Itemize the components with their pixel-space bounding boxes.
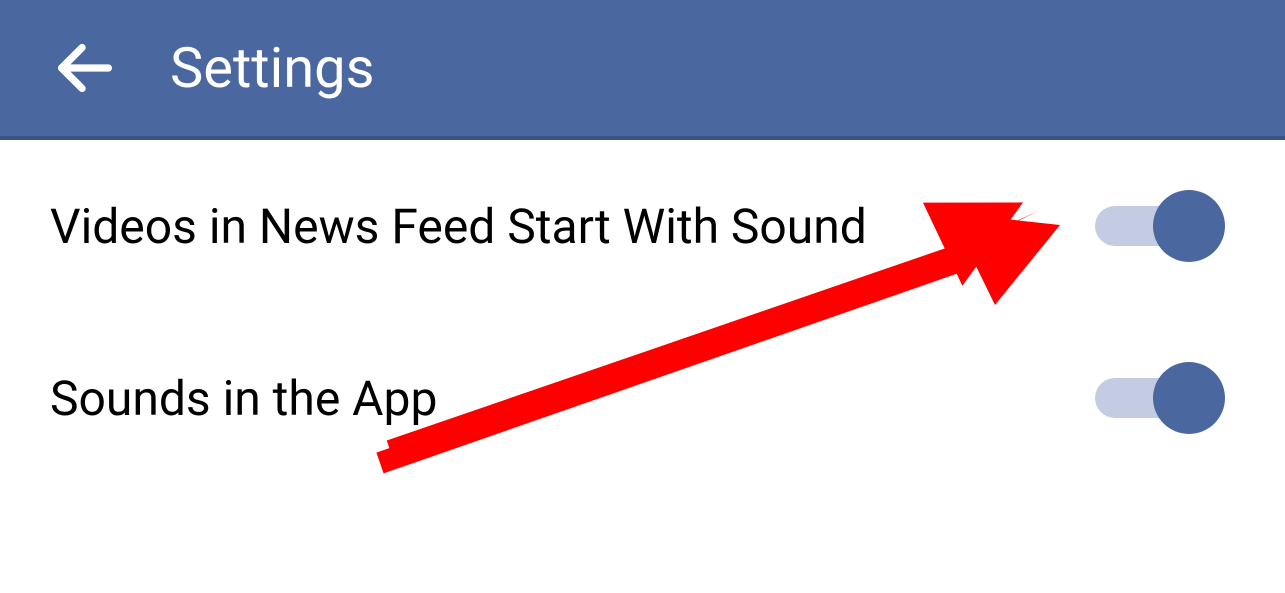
setting-label: Sounds in the App [50, 370, 437, 427]
setting-item-app-sounds[interactable]: Sounds in the App [0, 312, 1285, 484]
page-title: Settings [170, 35, 374, 101]
back-arrow-icon [50, 33, 120, 103]
toggle-app-sounds[interactable] [1095, 362, 1225, 434]
toggle-thumb [1153, 190, 1225, 262]
settings-list: Videos in News Feed Start With Sound Sou… [0, 140, 1285, 484]
app-header: Settings [0, 0, 1285, 140]
setting-item-video-sound[interactable]: Videos in News Feed Start With Sound [0, 140, 1285, 312]
toggle-thumb [1153, 362, 1225, 434]
setting-label: Videos in News Feed Start With Sound [50, 198, 867, 255]
toggle-video-sound[interactable] [1095, 190, 1225, 262]
back-button[interactable] [50, 33, 120, 103]
